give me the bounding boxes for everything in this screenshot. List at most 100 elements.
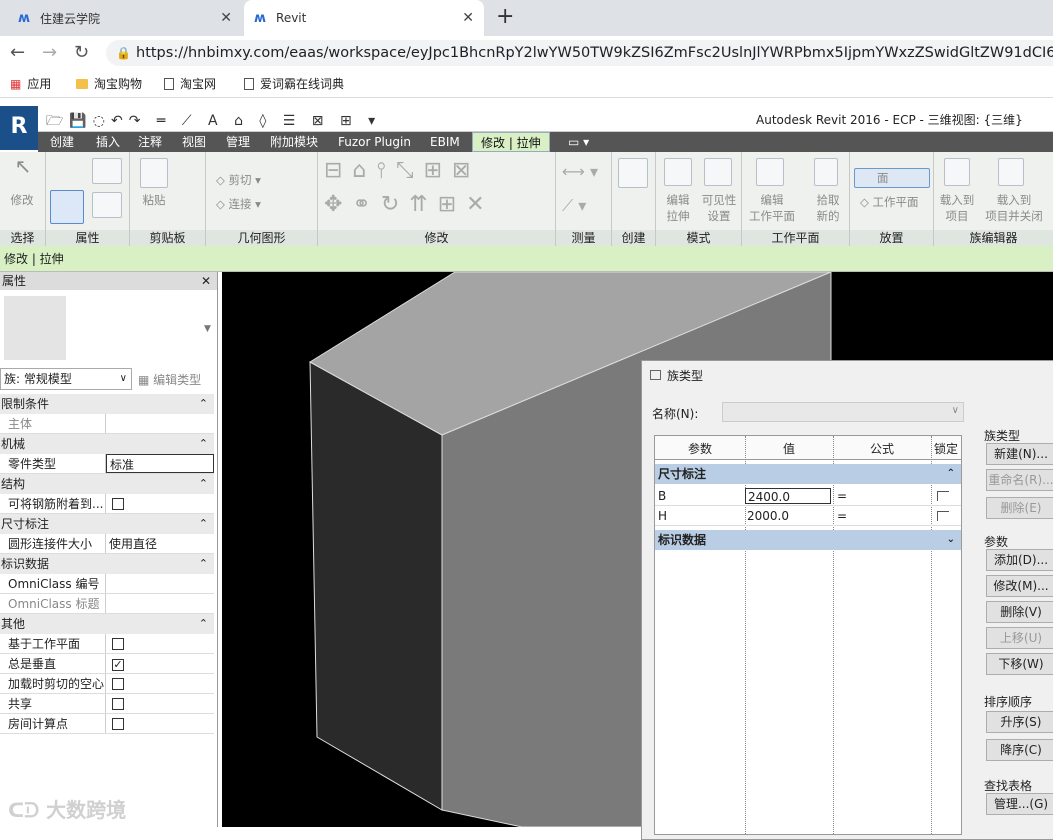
- property-group[interactable]: 结构 ⌃: [0, 474, 214, 494]
- bookmark-apps[interactable]: ▦ 应用: [10, 75, 51, 92]
- close-tab-icon[interactable]: ✕: [220, 10, 232, 26]
- new-tab-icon[interactable]: +: [496, 4, 514, 29]
- close-icon[interactable]: ✕: [201, 272, 211, 290]
- property-value[interactable]: [106, 674, 214, 693]
- modify-tools-icons[interactable]: ⊟⌂⫯⤡⊞⊠: [324, 158, 480, 183]
- url-input[interactable]: 🔒 https://hnbimxy.com/eaas/workspace/eyJ…: [106, 40, 1053, 66]
- workplane-button[interactable]: ◇ 工作平面: [860, 194, 934, 210]
- param-row[interactable]: H 2000.0 =: [655, 506, 961, 526]
- close-tab-icon[interactable]: ✕: [462, 10, 474, 26]
- tab-fuzor[interactable]: Fuzor Plugin: [338, 132, 411, 152]
- tab-manage[interactable]: 管理: [226, 132, 250, 152]
- tab-modify-extrusion[interactable]: 修改 | 拉伸: [472, 132, 550, 152]
- bookmark-item[interactable]: 爱词霸在线词典: [244, 75, 344, 92]
- name-select[interactable]: ∨: [722, 402, 964, 422]
- tab-annotate[interactable]: 注释: [138, 132, 162, 152]
- family-type-select[interactable]: 族: 常规模型 ∨: [0, 368, 132, 390]
- property-group[interactable]: 尺寸标注 ⌃: [0, 514, 214, 534]
- sort-ascending-button[interactable]: 升序(S): [986, 711, 1053, 733]
- property-value[interactable]: 标准: [106, 454, 214, 473]
- pick-new-icon[interactable]: [814, 158, 838, 186]
- family-category-icon[interactable]: [92, 192, 122, 218]
- load-into-project-icon[interactable]: [944, 158, 970, 186]
- property-group[interactable]: 机械 ⌃: [0, 434, 214, 454]
- edit-type-button[interactable]: ▦ 编辑类型: [138, 371, 201, 388]
- delete-type-button[interactable]: 删除(E): [986, 497, 1053, 519]
- forward-icon[interactable]: →: [42, 42, 57, 63]
- chevron-down-icon[interactable]: ▼: [204, 324, 211, 334]
- add-param-button[interactable]: 添加(D)...: [986, 549, 1053, 571]
- tab-addins[interactable]: 附加模块: [270, 132, 318, 152]
- bookmarks-bar: ▦ 应用 淘宝购物 淘宝网 爱词霸在线词典: [0, 70, 1053, 98]
- property-group[interactable]: 标识数据 ⌃: [0, 554, 214, 574]
- panel-label[interactable]: 选择: [0, 230, 45, 246]
- checkbox[interactable]: [112, 678, 124, 690]
- measure-icon[interactable]: ⟷ ▾: [562, 162, 598, 181]
- param-formula-input[interactable]: =: [835, 508, 925, 524]
- property-group[interactable]: 其他 ⌃: [0, 614, 214, 634]
- cursor-icon[interactable]: ↖: [4, 156, 42, 176]
- property-value[interactable]: [106, 574, 214, 593]
- bookmark-item[interactable]: 淘宝网: [164, 75, 216, 92]
- property-value[interactable]: [106, 414, 214, 433]
- type-properties-icon[interactable]: [92, 158, 122, 184]
- delete-param-button[interactable]: 删除(V): [986, 601, 1053, 623]
- property-value[interactable]: [106, 594, 214, 613]
- section-identity[interactable]: 标识数据 ⌄: [655, 530, 961, 550]
- browser-tab-active[interactable]: ʍ Revit ✕: [244, 0, 484, 36]
- rename-type-button[interactable]: 重命名(R)...: [986, 469, 1053, 491]
- param-row[interactable]: B 2400.0 =: [655, 486, 961, 506]
- cut-button[interactable]: ◇ 剪切 ▾: [216, 172, 276, 188]
- tab-create[interactable]: 创建: [50, 132, 74, 152]
- create-icon[interactable]: [618, 158, 648, 188]
- paste-icon[interactable]: [140, 158, 168, 188]
- new-type-button[interactable]: 新建(N)...: [986, 443, 1053, 465]
- qat-icons[interactable]: 🗁💾◌↶↷ ═ ⟋ A ⌂ ◊ ☰ ⊠ ⊞ ▾: [46, 110, 381, 134]
- group-label: 机械: [1, 437, 26, 451]
- join-button[interactable]: ◇ 连接 ▾: [216, 196, 276, 212]
- checkbox[interactable]: [112, 698, 124, 710]
- checkbox[interactable]: [112, 718, 124, 730]
- sort-descending-button[interactable]: 降序(C): [986, 739, 1053, 761]
- dialog-icon: [650, 370, 661, 380]
- modify-param-button[interactable]: 修改(M)...: [986, 575, 1053, 597]
- move-down-button[interactable]: 下移(W): [986, 653, 1053, 675]
- property-value[interactable]: 使用直径: [106, 534, 214, 553]
- param-value-input[interactable]: 2000.0: [745, 508, 831, 524]
- property-group[interactable]: 限制条件 ⌃: [0, 394, 214, 414]
- reload-icon[interactable]: ↻: [74, 42, 89, 63]
- move-up-button[interactable]: 上移(U): [986, 627, 1053, 649]
- property-value[interactable]: ✓: [106, 654, 214, 673]
- tab-view[interactable]: 视图: [182, 132, 206, 152]
- properties-button[interactable]: [50, 190, 84, 224]
- param-value-input[interactable]: 2400.0: [745, 488, 831, 504]
- lock-checkbox[interactable]: [937, 511, 949, 521]
- tab-options-icon[interactable]: ▭ ▾: [568, 132, 589, 152]
- property-value[interactable]: [106, 634, 214, 653]
- edit-workplane-icon[interactable]: [756, 158, 784, 186]
- checkbox[interactable]: [112, 638, 124, 650]
- property-value[interactable]: [106, 714, 214, 733]
- back-icon[interactable]: ←: [10, 42, 25, 63]
- property-value[interactable]: [106, 694, 214, 713]
- section-dimensions[interactable]: 尺寸标注 ⌃: [655, 464, 961, 484]
- tab-ebim[interactable]: EBIM: [430, 132, 460, 152]
- revit-logo-icon[interactable]: R: [0, 106, 38, 150]
- checkbox[interactable]: ✓: [112, 659, 124, 671]
- edit-extrusion-icon[interactable]: [664, 158, 692, 186]
- dimension-icon[interactable]: ⟋ ▾: [562, 196, 586, 216]
- manage-lookup-button[interactable]: 管理...(G): [986, 793, 1053, 815]
- face-button[interactable]: 面: [854, 168, 930, 188]
- col-value: 值: [782, 442, 795, 456]
- visibility-icon[interactable]: [704, 158, 732, 186]
- param-formula-input[interactable]: =: [835, 488, 925, 504]
- property-row: 基于工作平面: [0, 634, 214, 654]
- lock-checkbox[interactable]: [937, 491, 949, 501]
- browser-tab[interactable]: ʍ 住建云学院 ✕: [8, 0, 242, 36]
- property-value[interactable]: [106, 494, 214, 513]
- tab-insert[interactable]: 插入: [96, 132, 120, 152]
- modify-tools-icons-row2[interactable]: ✥⚭↻⇈⊞✕: [324, 192, 495, 217]
- bookmark-item[interactable]: 淘宝购物: [76, 75, 142, 92]
- checkbox[interactable]: [112, 498, 124, 510]
- load-and-close-icon[interactable]: [998, 158, 1024, 186]
